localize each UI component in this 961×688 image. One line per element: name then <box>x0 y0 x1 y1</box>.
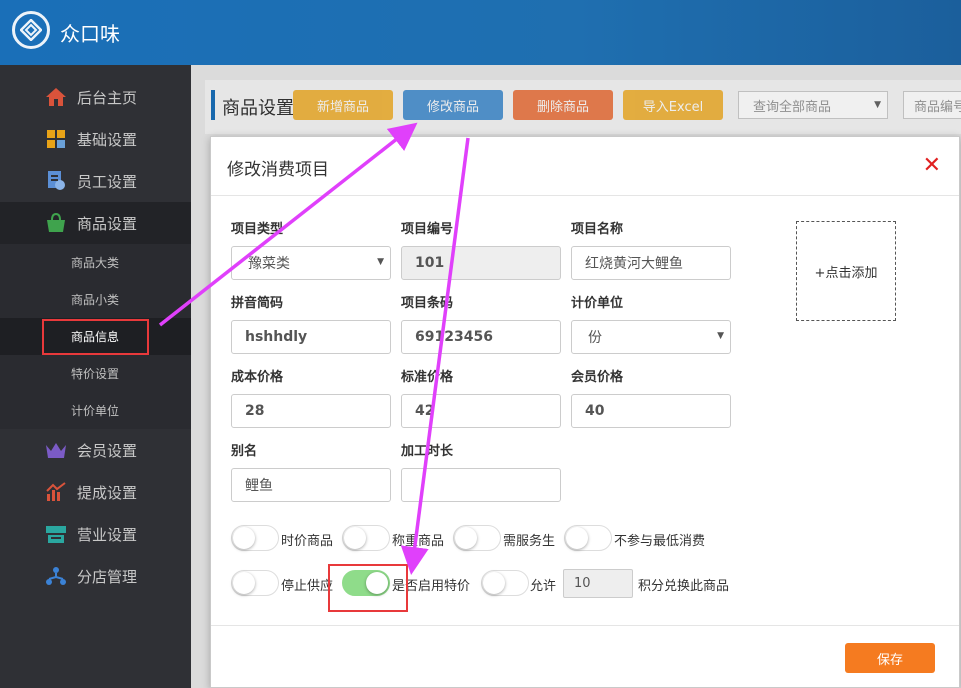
unit-value: 份 <box>588 330 602 346</box>
sidebar-item-label: 提成设置 <box>77 483 138 502</box>
cost-price-field[interactable]: 28 <box>231 394 391 428</box>
chart-icon <box>45 481 67 503</box>
crown-icon <box>45 439 67 461</box>
sidebar-item-home[interactable]: 后台主页 <box>0 76 191 118</box>
sidebar-item-employee-settings[interactable]: 员工设置 <box>0 160 191 202</box>
member-price-label: 会员价格 <box>571 370 624 385</box>
logo-icon <box>12 11 50 49</box>
item-code-label: 项目编号 <box>401 222 454 237</box>
employee-icon <box>45 170 67 192</box>
save-button[interactable]: 保存 <box>845 643 935 673</box>
item-name-label: 项目名称 <box>571 222 624 237</box>
processing-time-label: 加工时长 <box>401 444 454 459</box>
stop-supply-toggle[interactable] <box>231 570 279 596</box>
market-price-toggle[interactable] <box>231 525 279 551</box>
divider <box>211 625 959 626</box>
add-image-button[interactable]: +点击添加 <box>796 221 896 321</box>
sidebar: 后台主页 基础设置 员工设置 商品设置 商品大类 商品小类 商品信息 特价设置 … <box>0 65 191 688</box>
toggle-knob <box>233 527 255 549</box>
toggle-knob <box>455 527 477 549</box>
toggle-label: 不参与最低消费 <box>614 534 706 549</box>
item-name-field[interactable]: 红烧黄河大鲤鱼 <box>571 246 731 280</box>
sidebar-item-label: 商品设置 <box>77 214 138 233</box>
toggle-label: 允许 <box>530 579 557 594</box>
exclude-min-spend-toggle[interactable] <box>564 525 612 551</box>
highlight-box <box>328 564 408 612</box>
sidebar-item-label: 会员设置 <box>77 441 138 460</box>
sidebar-sub-item-label: 商品小类 <box>71 293 120 307</box>
sidebar-item-branch-management[interactable]: 分店管理 <box>0 555 191 597</box>
allow-points-toggle[interactable] <box>481 570 529 596</box>
top-bar: 众口味 <box>0 0 961 65</box>
barcode-field[interactable]: 69123456 <box>401 320 561 354</box>
pinyin-field[interactable]: hshhdly <box>231 320 391 354</box>
toggle-label: 称重商品 <box>392 534 445 549</box>
alias-label: 别名 <box>231 444 258 459</box>
toggle-knob <box>483 572 505 594</box>
toggle-label: 时价商品 <box>281 534 334 549</box>
unit-select[interactable]: 份 ▼ <box>571 320 731 354</box>
sidebar-item-label: 分店管理 <box>77 567 138 586</box>
register-icon <box>45 523 67 545</box>
home-icon <box>45 86 67 108</box>
points-field[interactable]: 10 <box>563 569 633 598</box>
item-type-label: 项目类型 <box>231 222 284 237</box>
needs-waiter-toggle[interactable] <box>453 525 501 551</box>
toggle-label: 停止供应 <box>281 579 334 594</box>
sidebar-sub-item-label: 特价设置 <box>71 367 120 381</box>
sidebar-sub-item-special-price[interactable]: 特价设置 <box>0 355 191 392</box>
app-title: 众口味 <box>60 22 120 46</box>
alias-field[interactable]: 鲤鱼 <box>231 468 391 502</box>
barcode-label: 项目条码 <box>401 296 454 311</box>
chevron-down-icon: ▼ <box>717 331 724 341</box>
toggle-knob <box>344 527 366 549</box>
sidebar-item-product-settings[interactable]: 商品设置 <box>0 202 191 244</box>
points-label: 积分兑换此商品 <box>638 579 730 594</box>
divider <box>211 195 959 196</box>
chevron-down-icon: ▼ <box>377 257 384 267</box>
item-code-field[interactable]: 101 <box>401 246 561 280</box>
edit-item-dialog: 修改消费项目 ✕ 项目类型 豫菜类 ▼ 项目编号 101 项目名称 红烧黄河大鲤… <box>210 136 960 688</box>
sidebar-item-member-settings[interactable]: 会员设置 <box>0 429 191 471</box>
member-price-field[interactable]: 40 <box>571 394 731 428</box>
sidebar-sub-item-category[interactable]: 商品大类 <box>0 244 191 281</box>
standard-price-field[interactable]: 42 <box>401 394 561 428</box>
dialog-title: 修改消费项目 <box>227 160 329 180</box>
cost-price-label: 成本价格 <box>231 370 284 385</box>
weighed-product-toggle[interactable] <box>342 525 390 551</box>
shopping-bag-icon <box>45 212 67 234</box>
grid-icon <box>45 128 67 150</box>
sidebar-item-label: 员工设置 <box>77 172 138 191</box>
processing-time-field[interactable] <box>401 468 561 502</box>
sidebar-sub-item-label: 商品大类 <box>71 256 120 270</box>
branch-icon <box>45 565 67 587</box>
toggle-knob <box>566 527 588 549</box>
sidebar-item-basic-settings[interactable]: 基础设置 <box>0 118 191 160</box>
sidebar-sub-item-unit[interactable]: 计价单位 <box>0 392 191 429</box>
sidebar-item-label: 营业设置 <box>77 525 138 544</box>
highlight-box <box>42 319 149 355</box>
sidebar-item-label: 后台主页 <box>77 88 138 107</box>
standard-price-label: 标准价格 <box>401 370 454 385</box>
sidebar-sub-item-label: 计价单位 <box>71 404 120 418</box>
unit-label: 计价单位 <box>571 296 624 311</box>
toggle-label: 需服务生 <box>503 534 556 549</box>
sidebar-item-commission-settings[interactable]: 提成设置 <box>0 471 191 513</box>
toggle-knob <box>233 572 255 594</box>
item-type-value: 豫菜类 <box>248 256 290 272</box>
pinyin-label: 拼音简码 <box>231 296 284 311</box>
sidebar-item-label: 基础设置 <box>77 130 138 149</box>
close-icon[interactable]: ✕ <box>923 155 941 177</box>
item-type-select[interactable]: 豫菜类 ▼ <box>231 246 391 280</box>
sidebar-item-business-settings[interactable]: 营业设置 <box>0 513 191 555</box>
sidebar-sub-item-subcategory[interactable]: 商品小类 <box>0 281 191 318</box>
